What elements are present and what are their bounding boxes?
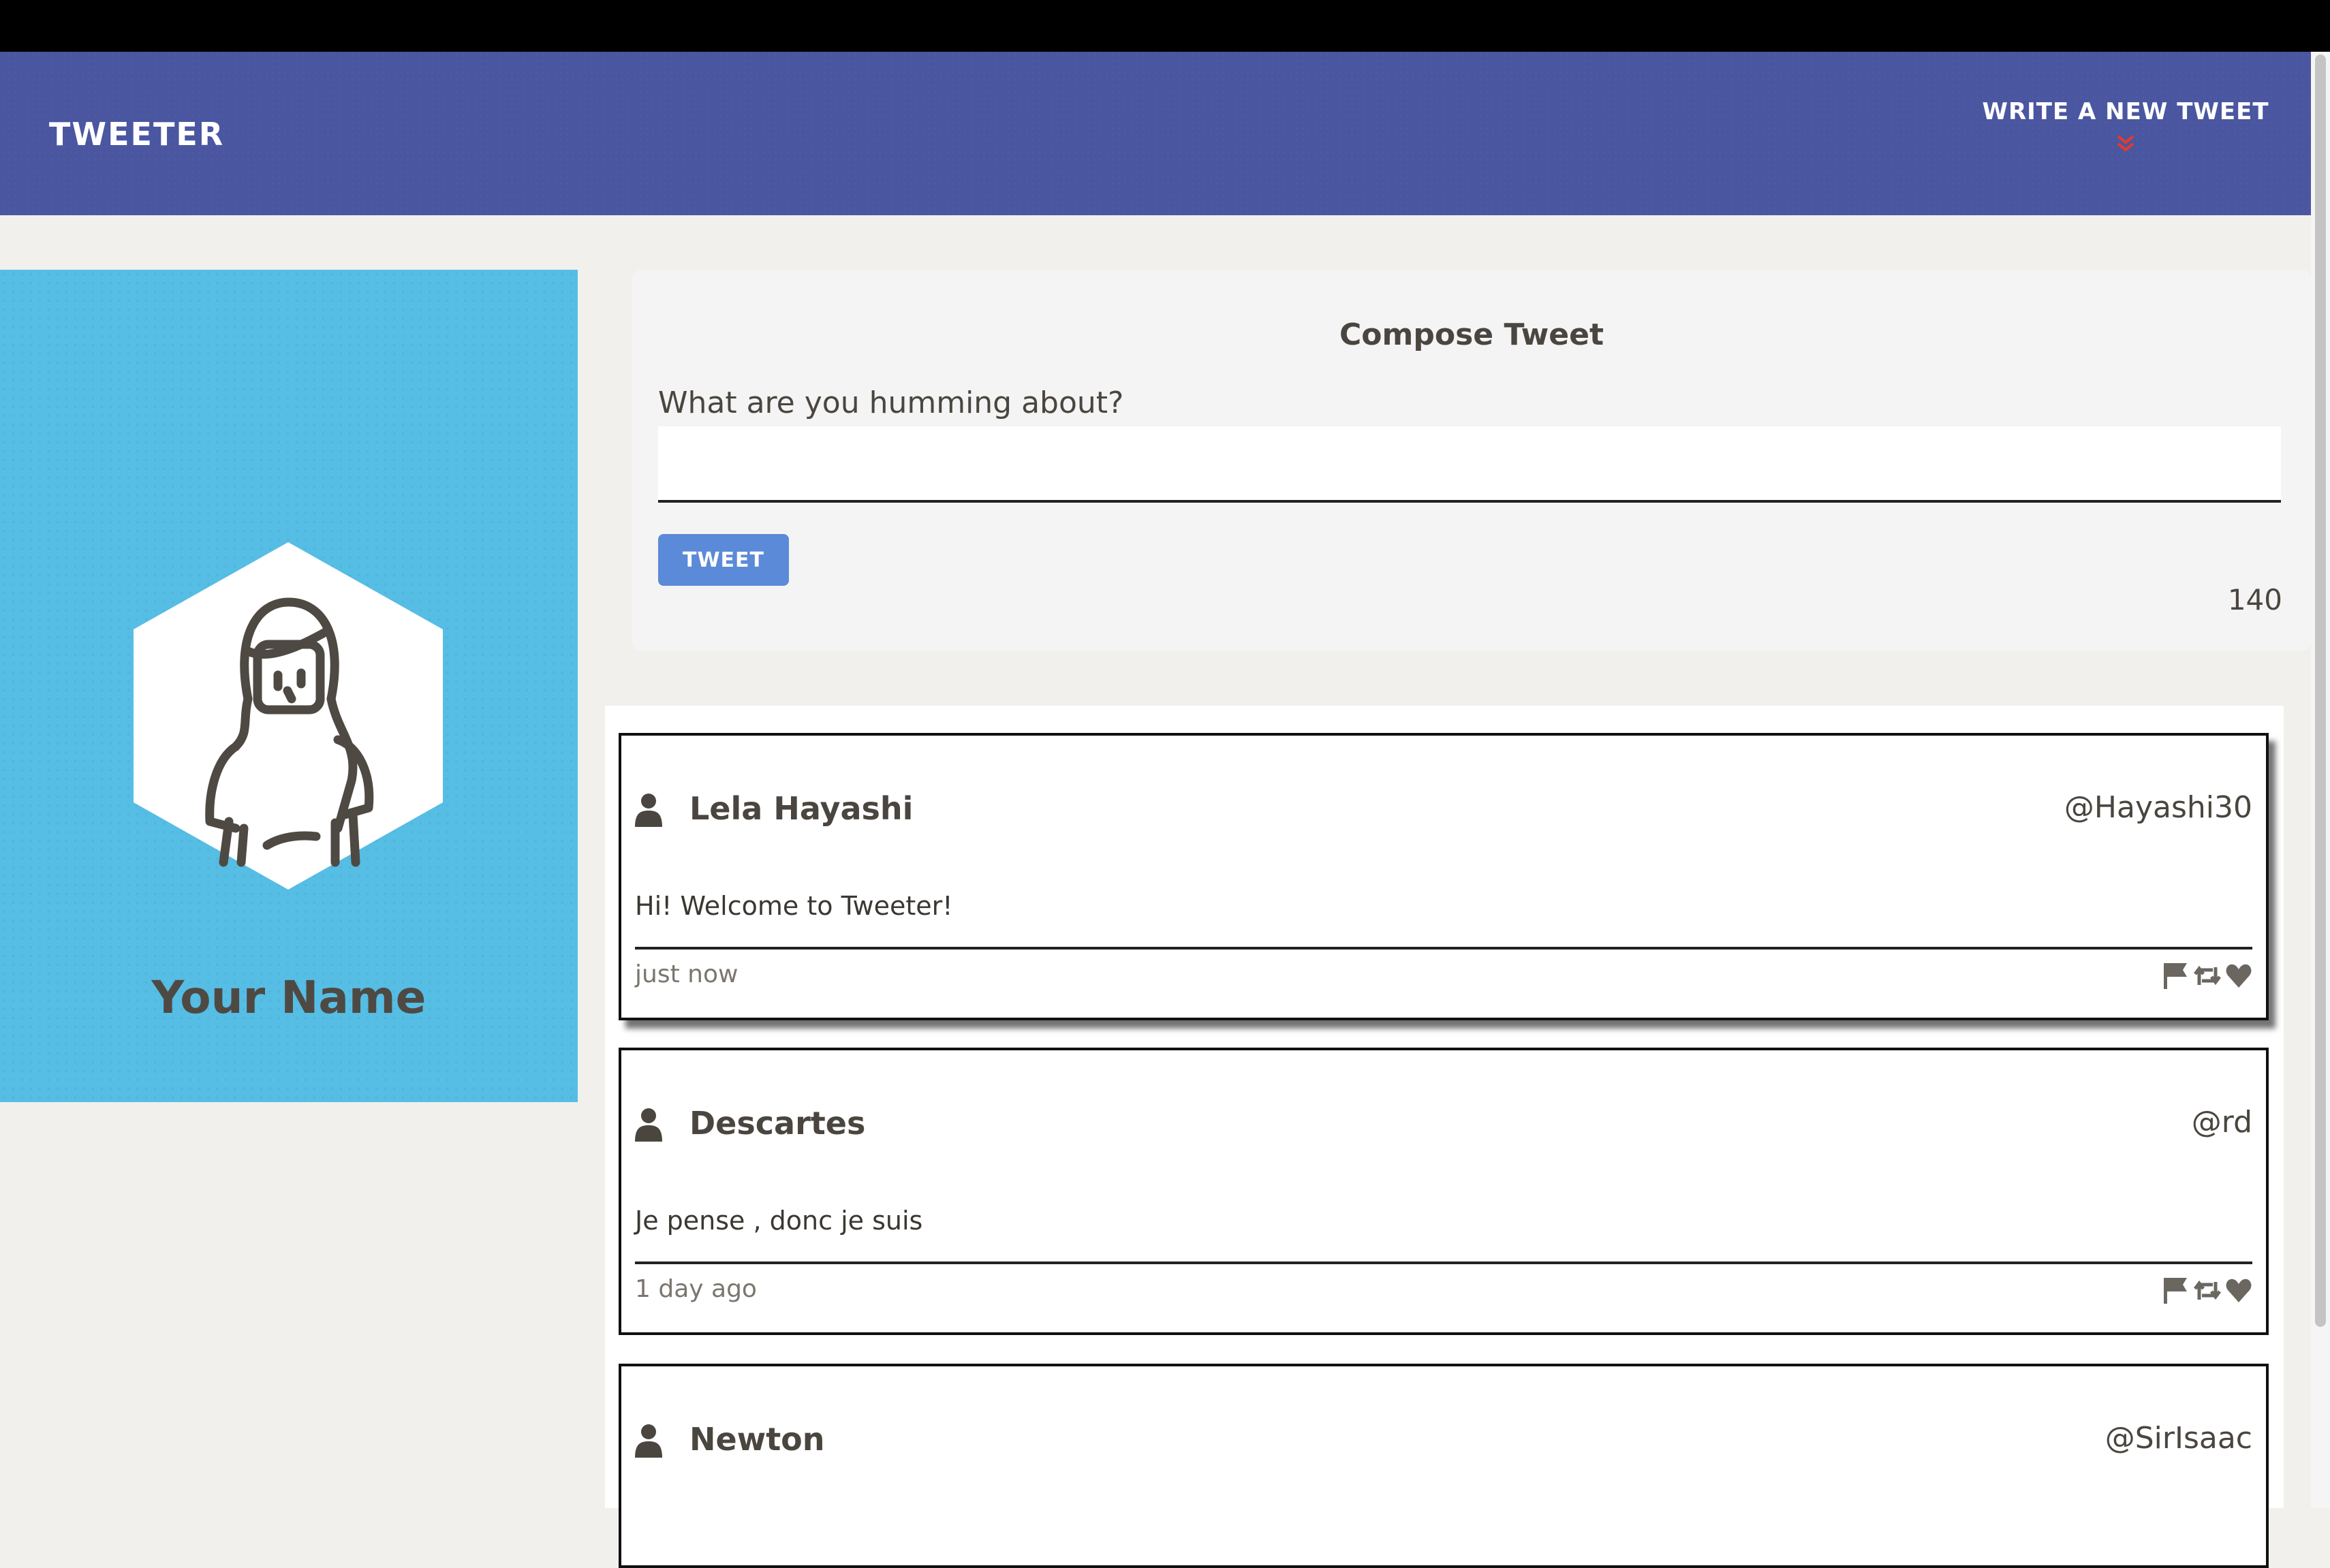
tweet-author-name: Lela Hayashi [689,790,914,827]
tweet-header: Descartes @rd [635,1105,2252,1146]
tweet-card[interactable]: Newton @SirIsaac [619,1364,2269,1568]
tweet-author-handle: @rd [2191,1105,2252,1140]
tweet-header: Newton @SirIsaac [635,1421,2252,1462]
retweet-icon[interactable] [2194,1275,2221,1305]
tweet-actions [2162,1275,2252,1305]
tweet-text-input[interactable] [658,426,2281,503]
write-new-tweet-label[interactable]: WRITE A NEW TWEET [1976,98,2275,125]
tweet-divider [635,947,2252,950]
window-top-bar [0,0,2330,52]
user-icon [635,794,662,827]
tweet-timestamp: 1 day ago [635,1275,757,1303]
tweet-card[interactable]: Lela Hayashi @Hayashi30 Hi! Welcome to T… [619,733,2269,1020]
char-counter: 140 [2227,583,2282,616]
write-new-tweet-toggle[interactable]: WRITE A NEW TWEET [1976,98,2275,155]
user-icon [635,1108,662,1142]
tweet-timestamp: just now [635,960,739,988]
user-icon [635,1424,662,1458]
tweet-divider [635,1261,2252,1264]
navbar: TWEETER WRITE A NEW TWEET [0,52,2311,215]
scrollbar-thumb[interactable] [2315,54,2326,1327]
tweet-actions [2162,960,2252,990]
heart-icon[interactable] [2225,1275,2252,1305]
tweet-author-name: Newton [689,1421,825,1458]
compose-title: Compose Tweet [1339,317,1604,352]
tweet-text: Hi! Welcome to Tweeter! [635,891,953,921]
profile-name: Your Name [151,971,426,1024]
tweet-button[interactable]: TWEET [658,534,789,586]
compose-tweet-panel: Compose Tweet What are you humming about… [632,270,2311,651]
tweet-author-handle: @Hayashi30 [2064,790,2252,825]
retweet-icon[interactable] [2194,960,2221,990]
compose-prompt-label: What are you humming about? [658,386,1124,420]
tweet-author-handle: @SirIsaac [2104,1421,2252,1456]
flag-icon[interactable] [2162,960,2190,990]
brand-logo[interactable]: TWEETER [49,116,224,153]
tweet-feed: Lela Hayashi @Hayashi30 Hi! Welcome to T… [605,706,2284,1568]
woman-avatar-icon [134,542,443,890]
flag-icon[interactable] [2162,1275,2190,1305]
tweet-card[interactable]: Descartes @rd Je pense , donc je suis 1 … [619,1048,2269,1335]
profile-card: Your Name [0,270,578,1102]
tweet-header: Lela Hayashi @Hayashi30 [635,790,2252,831]
chevron-down-icon[interactable] [1976,134,2275,155]
tweet-text: Je pense , donc je suis [635,1206,923,1236]
tweet-author-name: Descartes [689,1105,866,1142]
heart-icon[interactable] [2225,960,2252,990]
